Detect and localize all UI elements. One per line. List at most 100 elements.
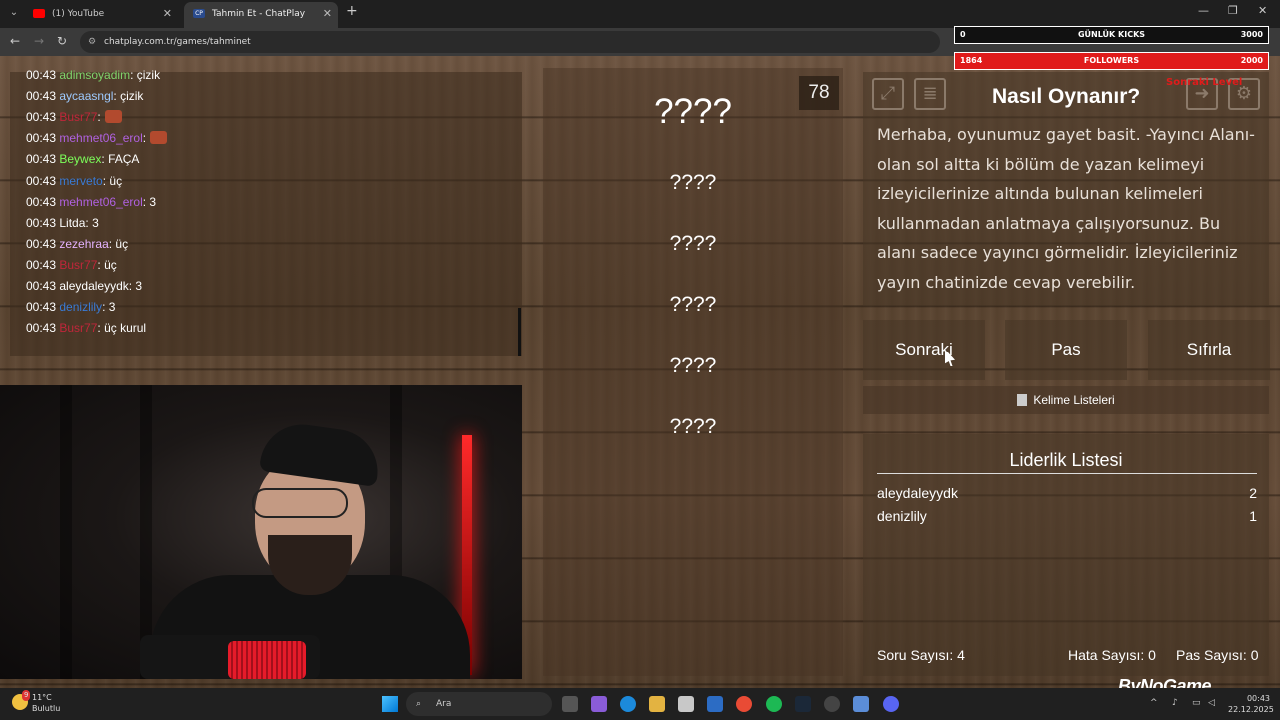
back-icon[interactable]: ← [10, 34, 20, 48]
tab-search-icon[interactable]: ⌄ [6, 5, 22, 21]
chat-time: 00:43 [26, 279, 57, 293]
weather-widget[interactable]: 9 11°C Bulutlu [12, 690, 61, 714]
forward-icon[interactable]: → [34, 34, 44, 48]
leaderboard-title: Liderlik Listesi [1009, 450, 1123, 470]
chat-time: 00:43 [26, 194, 57, 209]
chat-username[interactable]: merveto [59, 174, 102, 188]
file-explorer-icon[interactable] [649, 696, 665, 712]
chat-username[interactable]: denizlily [59, 300, 102, 314]
url-text: chatplay.com.tr/games/tahminet [104, 37, 251, 47]
emote-icon [104, 110, 122, 124]
document-icon[interactable]: ≣ [914, 78, 946, 110]
followers-bar: 1864 FOLLOWERS 2000 [954, 52, 1269, 70]
followers-goal: 2000 [1240, 56, 1263, 65]
copilot-icon[interactable] [591, 696, 607, 712]
chat-username[interactable]: aycaasngl [59, 89, 113, 103]
app-icon[interactable] [853, 696, 869, 712]
chat-username[interactable]: mehmet06_erol [59, 131, 142, 145]
chat-message: 00:43 zezehraa: üç [26, 237, 128, 251]
forbidden-word: ???? [669, 293, 717, 316]
leaderboard-row: aleydaleyydk 2 [877, 485, 1257, 501]
list-icon [1017, 394, 1028, 406]
word-lists-button[interactable]: Kelime Listeleri [863, 386, 1269, 414]
chat-message: 00:43 Litda: 3 [26, 216, 99, 230]
chat-time: 00:43 [26, 321, 57, 336]
clock[interactable]: 00:43 22.12.2025 [1228, 693, 1274, 715]
chat-text: : üç [108, 236, 129, 251]
obs-icon[interactable] [824, 696, 840, 712]
tab-chatplay[interactable]: CP Tahmin Et - ChatPlay ✕ [184, 2, 338, 28]
restore-icon[interactable]: ❐ [1228, 4, 1238, 17]
chat-username[interactable]: Litda [59, 216, 85, 230]
site-info-icon[interactable]: ⚙ [88, 31, 96, 53]
chat-time: 00:43 [26, 152, 57, 167]
store-icon[interactable] [678, 696, 694, 712]
pass-button[interactable]: Pas [1005, 320, 1127, 380]
weather-desc: Bulutlu [32, 704, 61, 713]
network-icon[interactable]: ▭ [1192, 698, 1201, 708]
chatplay-icon: CP [193, 9, 205, 18]
clock-time: 00:43 [1246, 694, 1270, 703]
chat-text: : [97, 110, 101, 125]
chat-time: 00:43 [26, 131, 57, 146]
chat-message: 00:43 mehmet06_erol: [26, 131, 168, 146]
kicks-bar: 0 GÜNLÜK KICKS 3000 [954, 26, 1269, 44]
chat-username[interactable]: Beywex [59, 152, 101, 166]
tab-youtube[interactable]: (1) YouTube ✕ [24, 2, 178, 28]
edge-icon[interactable] [620, 696, 636, 712]
chat-text: : 3 [85, 215, 99, 230]
chat-username[interactable]: Busr77 [59, 321, 97, 335]
tab-bar: ⌄ (1) YouTube ✕ CP Tahmin Et - ChatPlay … [0, 0, 1280, 28]
chat-message: 00:43 Busr77: [26, 110, 122, 124]
discord-icon[interactable] [883, 696, 899, 712]
leaderboard-name: aleydaleyydk [877, 485, 958, 501]
spotify-icon[interactable] [766, 696, 782, 712]
fullscreen-icon[interactable]: ⤢ [872, 78, 904, 110]
task-view-icon[interactable] [562, 696, 578, 712]
clock-date: 22.12.2025 [1228, 705, 1274, 714]
help-title: Nasıl Oynanır? [992, 85, 1141, 108]
chat-scrollbar[interactable] [518, 308, 521, 356]
chat-username[interactable]: adimsoyadim [59, 68, 130, 82]
url-field[interactable]: ⚙ chatplay.com.tr/games/tahminet [80, 31, 940, 53]
new-tab-button[interactable]: + [346, 3, 358, 19]
kicks-goal: 3000 [1240, 30, 1263, 39]
close-icon[interactable]: ✕ [323, 2, 332, 26]
steam-icon[interactable] [795, 696, 811, 712]
reload-icon[interactable]: ↻ [57, 34, 67, 48]
main-word: ???? [654, 92, 732, 131]
chat-message: 00:43 mehmet06_erol: 3 [26, 195, 156, 209]
window-close-icon[interactable]: ✕ [1258, 4, 1267, 17]
taskbar-search[interactable]: ⌕ Ara [406, 692, 552, 716]
chat-username[interactable]: Busr77 [59, 110, 97, 124]
close-icon[interactable]: ✕ [163, 2, 172, 26]
forbidden-word: ???? [669, 232, 717, 255]
chat-time: 00:43 [26, 68, 57, 82]
chat-message: 00:43 merveto: üç [26, 174, 122, 188]
chat-message: 00:43 Beywex: FAÇA [26, 152, 139, 166]
chat-text: : çizik [130, 68, 161, 82]
search-icon: ⌕ [416, 699, 422, 709]
error-count: Hata Sayısı: 0 [1068, 647, 1156, 663]
next-button[interactable]: Sonraki [863, 320, 985, 380]
chrome-icon[interactable] [736, 696, 752, 712]
reset-button[interactable]: Sıfırla [1148, 320, 1270, 380]
chat-username[interactable]: Busr77 [59, 258, 97, 272]
chat-username[interactable]: aleydaleyydk [59, 279, 128, 293]
mic-icon[interactable]: ♪ [1172, 698, 1178, 708]
youtube-icon [33, 9, 45, 18]
start-button[interactable] [382, 696, 398, 712]
chat-username[interactable]: zezehraa [59, 237, 108, 251]
tray-chevron-icon[interactable]: ^ [1150, 698, 1158, 708]
weather-badge: 9 [22, 690, 31, 701]
mail-icon[interactable] [707, 696, 723, 712]
minimize-icon[interactable]: — [1198, 4, 1209, 17]
chat-message: 00:43 Busr77: üç [26, 258, 117, 272]
chat-time: 00:43 [26, 300, 57, 315]
tab-title: Tahmin Et - ChatPlay [212, 9, 306, 19]
taskbar: 9 11°C Bulutlu ⌕ Ara ^ ♪ ▭ ◁ 00:43 22.12… [0, 688, 1280, 720]
chat-username[interactable]: mehmet06_erol [59, 195, 142, 209]
weather-temp: 11°C [32, 693, 52, 702]
chat-message: 00:43 adimsoyadim: çizik [26, 68, 160, 82]
volume-icon[interactable]: ◁ [1208, 698, 1215, 708]
